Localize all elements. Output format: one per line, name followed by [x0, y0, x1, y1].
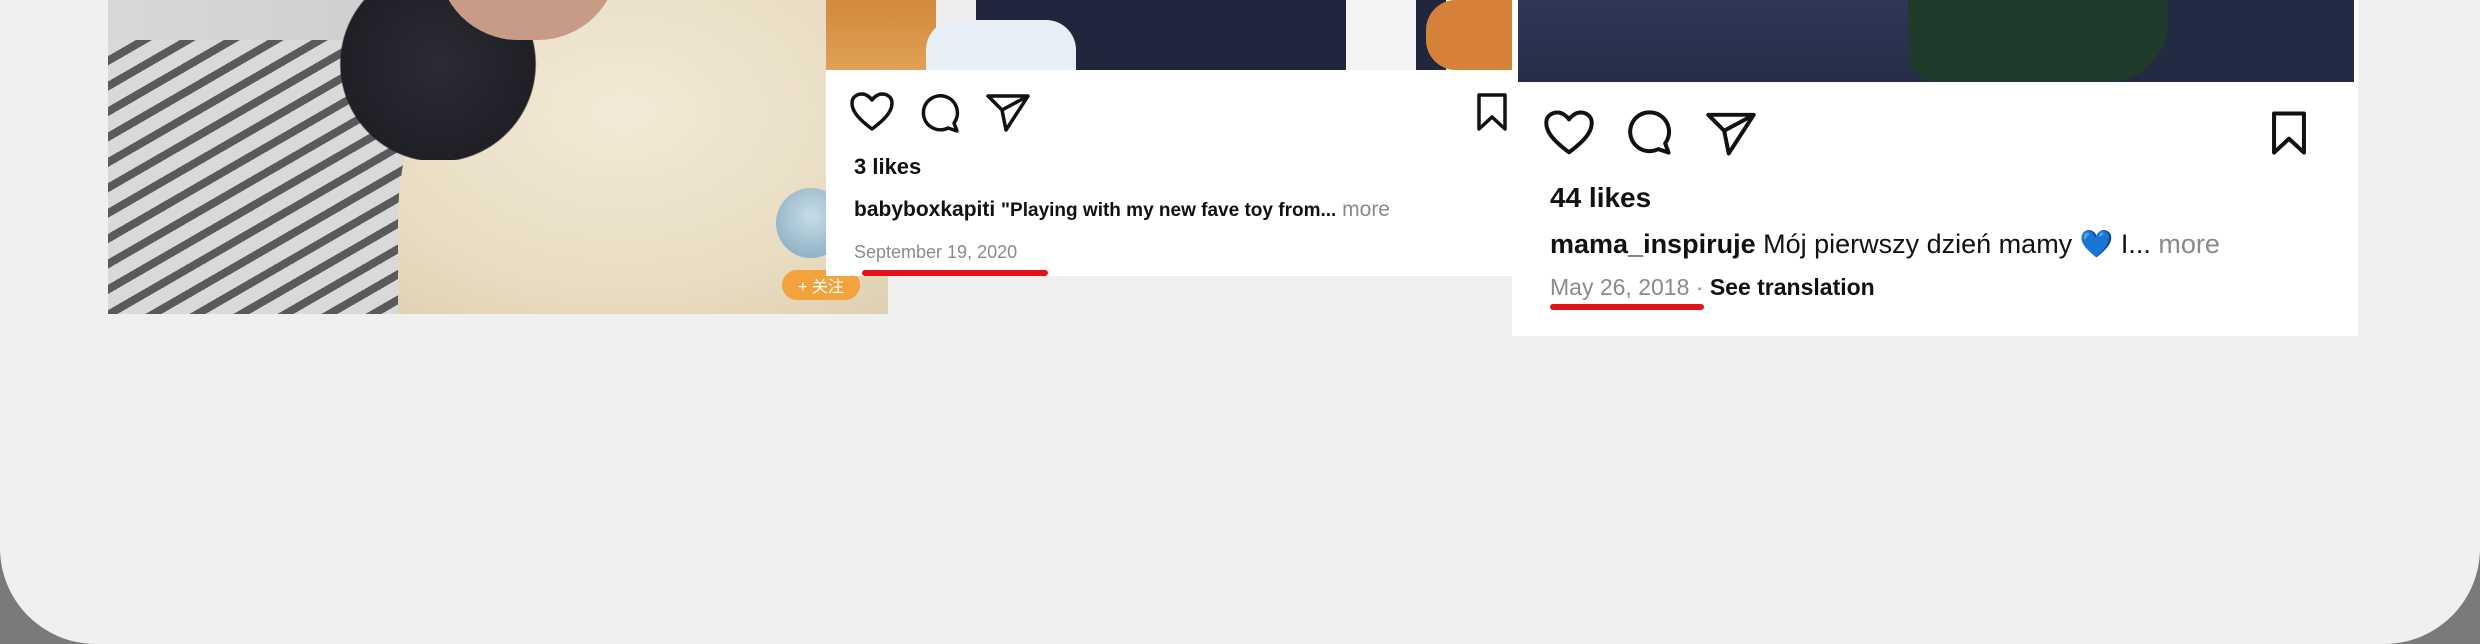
post-caption-continued: I... — [2120, 229, 2151, 259]
date-underline — [862, 270, 1048, 276]
post-caption: "Playing with my new fave toy from... — [1001, 200, 1337, 221]
photo-sock — [926, 20, 1076, 70]
likes-count[interactable]: 3 likes — [854, 154, 921, 180]
post-caption: Mój pierwszy dzień mamy — [1763, 229, 2073, 259]
comment-icon[interactable] — [918, 92, 960, 134]
date-line: May 26, 2018 · See translation — [1550, 274, 1875, 301]
follow-label: + 关注 — [798, 279, 844, 296]
see-translation-link[interactable]: See translation — [1710, 274, 1875, 300]
bookmark-icon[interactable] — [2270, 110, 2308, 156]
photo-blue-clothing — [1518, 0, 1938, 82]
photo-orange-left — [826, 0, 936, 70]
share-icon[interactable] — [1706, 110, 1756, 156]
middle-post: 3 likes babyboxkapiti "Playing with my n… — [826, 0, 1516, 276]
right-post: 44 likes mama_inspiruje Mój pierwszy dzi… — [1512, 0, 2358, 336]
separator-dot: · — [1695, 274, 1704, 300]
post-date: September 19, 2020 — [854, 242, 1018, 262]
date-underline — [1550, 304, 1704, 310]
photo-orange-right — [1426, 0, 1516, 70]
caption-line: babyboxkapiti "Playing with my new fave … — [854, 198, 1390, 222]
caption-line: mama_inspiruje Mój pierwszy dzień mamy 💙… — [1550, 228, 2220, 260]
comment-icon[interactable] — [1624, 108, 1672, 156]
more-link[interactable]: more — [1342, 198, 1390, 221]
right-post-photo[interactable] — [1518, 0, 2354, 82]
middle-post-photo[interactable] — [826, 0, 1516, 70]
heart-icon[interactable] — [850, 92, 894, 132]
post-username[interactable]: mama_inspiruje — [1550, 229, 1756, 259]
post-username[interactable]: babyboxkapiti — [854, 198, 995, 221]
screen-frame: + 关注 3 likes babyboxkapiti "Playing with… — [0, 0, 2480, 644]
bookmark-icon[interactable] — [1476, 92, 1508, 132]
blue-heart-emoji: 💙 — [2079, 229, 2114, 259]
photo-white-stripe — [1346, 0, 1416, 70]
left-post-photo[interactable] — [108, 0, 888, 314]
post-date: May 26, 2018 — [1550, 274, 1690, 300]
photo-green-area — [1908, 0, 2168, 82]
likes-count[interactable]: 44 likes — [1550, 182, 1651, 214]
more-link[interactable]: more — [2158, 229, 2220, 259]
share-icon[interactable] — [986, 92, 1030, 132]
heart-icon[interactable] — [1544, 110, 1594, 156]
